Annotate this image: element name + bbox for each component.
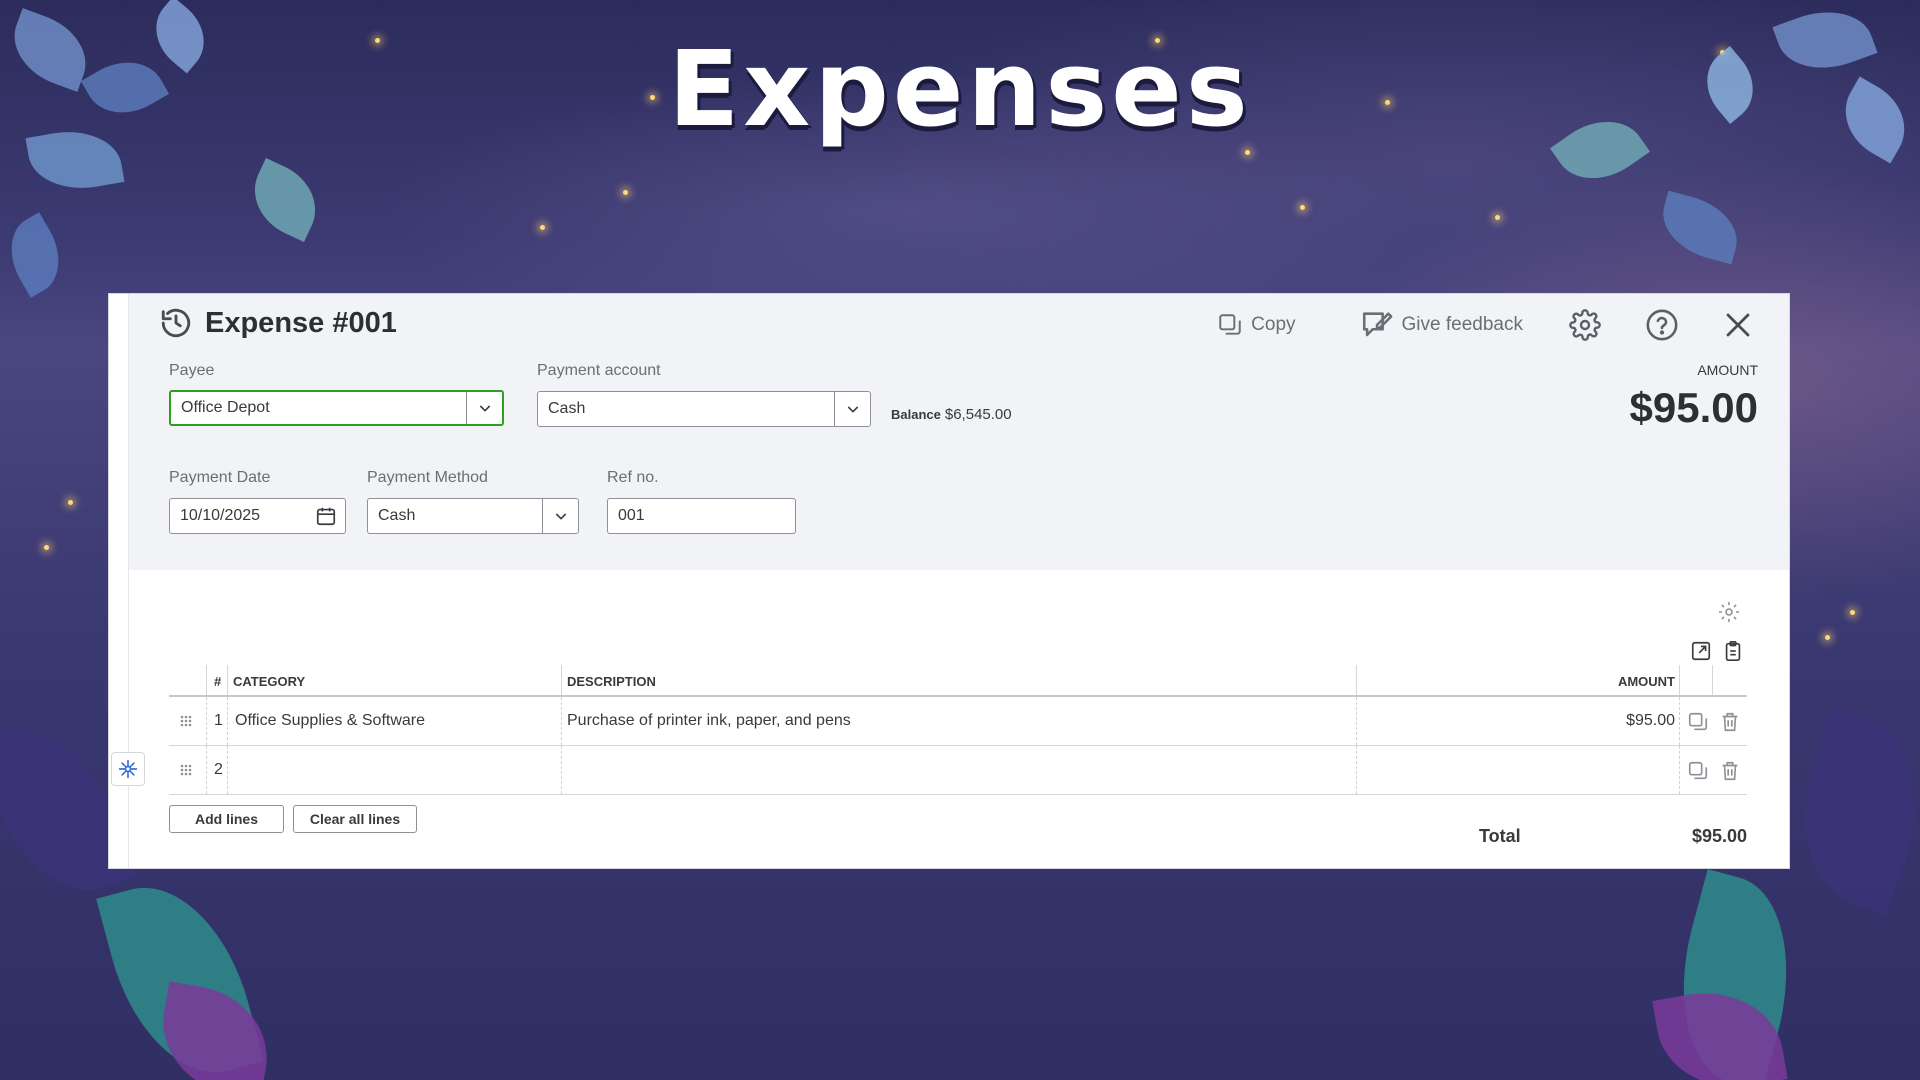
column-divider	[1356, 665, 1357, 695]
firefly	[1245, 150, 1250, 155]
column-header-amount: AMOUNT	[1617, 674, 1675, 689]
row-number: 1	[214, 712, 223, 729]
column-header-category: CATEGORY	[233, 674, 306, 689]
amount-total: $95.00	[1629, 384, 1758, 431]
gear-icon[interactable]	[1569, 309, 1601, 341]
firefly	[1495, 215, 1500, 220]
clipboard-icon[interactable]	[1722, 640, 1744, 667]
firefly	[1300, 205, 1305, 210]
column-divider	[206, 746, 207, 794]
table-settings-gear-icon[interactable]	[1717, 600, 1741, 629]
page-title: Expenses	[668, 28, 1252, 150]
firefly	[68, 500, 73, 505]
table-row[interactable]: 2	[169, 746, 1747, 795]
calendar-icon[interactable]	[315, 505, 337, 527]
expense-title-group: Expense #001	[159, 298, 397, 348]
column-divider	[561, 665, 562, 695]
ref-no-label: Ref no.	[607, 469, 659, 486]
ref-no-value: 001	[618, 507, 645, 524]
chevron-down-icon[interactable]	[466, 392, 502, 424]
balance-value: $6,545.00	[944, 406, 1012, 423]
payee-select[interactable]: Office Depot	[169, 390, 504, 426]
category-lines-table: # CATEGORY DESCRIPTION AMOUNT 1 Office S…	[169, 665, 1747, 795]
clear-all-lines-button[interactable]: Clear all lines	[293, 805, 417, 833]
column-divider	[1679, 746, 1680, 794]
copy-button[interactable]: Copy	[1207, 306, 1305, 344]
column-divider	[1679, 665, 1680, 695]
leaf-decoration	[240, 158, 330, 242]
row-number: 2	[214, 761, 223, 778]
column-divider	[206, 665, 207, 695]
drag-handle-icon[interactable]	[179, 714, 193, 728]
duplicate-line-icon[interactable]	[1687, 760, 1709, 787]
firefly	[44, 545, 49, 550]
payment-method-value: Cash	[378, 507, 416, 524]
export-icon[interactable]	[1690, 640, 1712, 667]
expense-header: Expense #001 Copy Give feedback Payee Of…	[129, 294, 1789, 570]
copy-icon	[1217, 312, 1243, 338]
drag-handle-icon[interactable]	[179, 763, 193, 777]
row-category[interactable]: Office Supplies & Software	[235, 697, 425, 746]
balance-display: Balance $6,545.00	[891, 406, 1012, 423]
expense-window: Expense #001 Copy Give feedback Payee Of…	[109, 294, 1789, 868]
payment-date-input[interactable]: 10/10/2025	[169, 498, 346, 534]
close-icon[interactable]	[1723, 310, 1753, 340]
help-icon[interactable]	[1645, 308, 1679, 342]
duplicate-line-icon[interactable]	[1687, 711, 1709, 738]
feedback-icon	[1360, 308, 1394, 342]
column-header-number: #	[214, 674, 222, 689]
add-lines-button[interactable]: Add lines	[169, 805, 284, 833]
copy-label: Copy	[1251, 314, 1296, 335]
chevron-down-icon[interactable]	[834, 392, 870, 426]
feedback-label: Give feedback	[1401, 314, 1523, 335]
ai-assist-icon[interactable]	[111, 752, 145, 786]
payment-method-select[interactable]: Cash	[367, 498, 579, 534]
expense-title: Expense #001	[205, 306, 397, 339]
payment-account-label: Payment account	[537, 362, 661, 379]
total-value: $95.00	[1691, 826, 1747, 846]
table-header: # CATEGORY DESCRIPTION AMOUNT	[169, 665, 1747, 697]
payee-label: Payee	[169, 362, 215, 379]
column-header-description: DESCRIPTION	[567, 674, 656, 689]
payment-date-label: Payment Date	[169, 469, 271, 486]
total-label: Total	[1479, 826, 1521, 846]
firefly	[540, 225, 545, 230]
payee-value: Office Depot	[181, 399, 270, 416]
balance-label: Balance	[891, 407, 941, 422]
delete-line-icon[interactable]	[1719, 760, 1741, 787]
give-feedback-button[interactable]: Give feedback	[1350, 302, 1533, 348]
column-divider	[227, 746, 228, 794]
leaf-decoration	[152, 981, 278, 1080]
delete-line-icon[interactable]	[1719, 711, 1741, 738]
payment-method-label: Payment Method	[367, 469, 488, 486]
row-description[interactable]: Purchase of printer ink, paper, and pens	[567, 697, 851, 746]
table-row[interactable]: 1 Office Supplies & Software Purchase of…	[169, 697, 1747, 746]
column-divider	[1679, 697, 1680, 745]
firefly	[1850, 610, 1855, 615]
leaf-decoration	[0, 212, 75, 298]
column-divider	[1356, 746, 1357, 794]
leaf-decoration	[1654, 190, 1746, 265]
column-divider	[561, 746, 562, 794]
column-divider	[206, 697, 207, 745]
column-divider	[1712, 665, 1713, 695]
firefly	[1825, 635, 1830, 640]
column-divider	[227, 665, 228, 695]
firefly	[623, 190, 628, 195]
header-toolbar: Copy Give feedback	[1207, 302, 1753, 348]
column-divider	[561, 697, 562, 745]
row-amount[interactable]: $95.00	[1626, 697, 1675, 746]
ref-no-input[interactable]: 001	[607, 498, 796, 534]
amount-label: AMOUNT	[1697, 362, 1758, 378]
leaf-decoration	[1772, 704, 1920, 916]
chevron-down-icon[interactable]	[542, 499, 578, 533]
payment-account-select[interactable]: Cash	[537, 391, 871, 427]
payment-account-value: Cash	[548, 400, 586, 417]
payment-date-value: 10/10/2025	[180, 507, 261, 524]
column-divider	[227, 697, 228, 745]
history-icon[interactable]	[159, 306, 193, 340]
column-divider	[1356, 697, 1357, 745]
